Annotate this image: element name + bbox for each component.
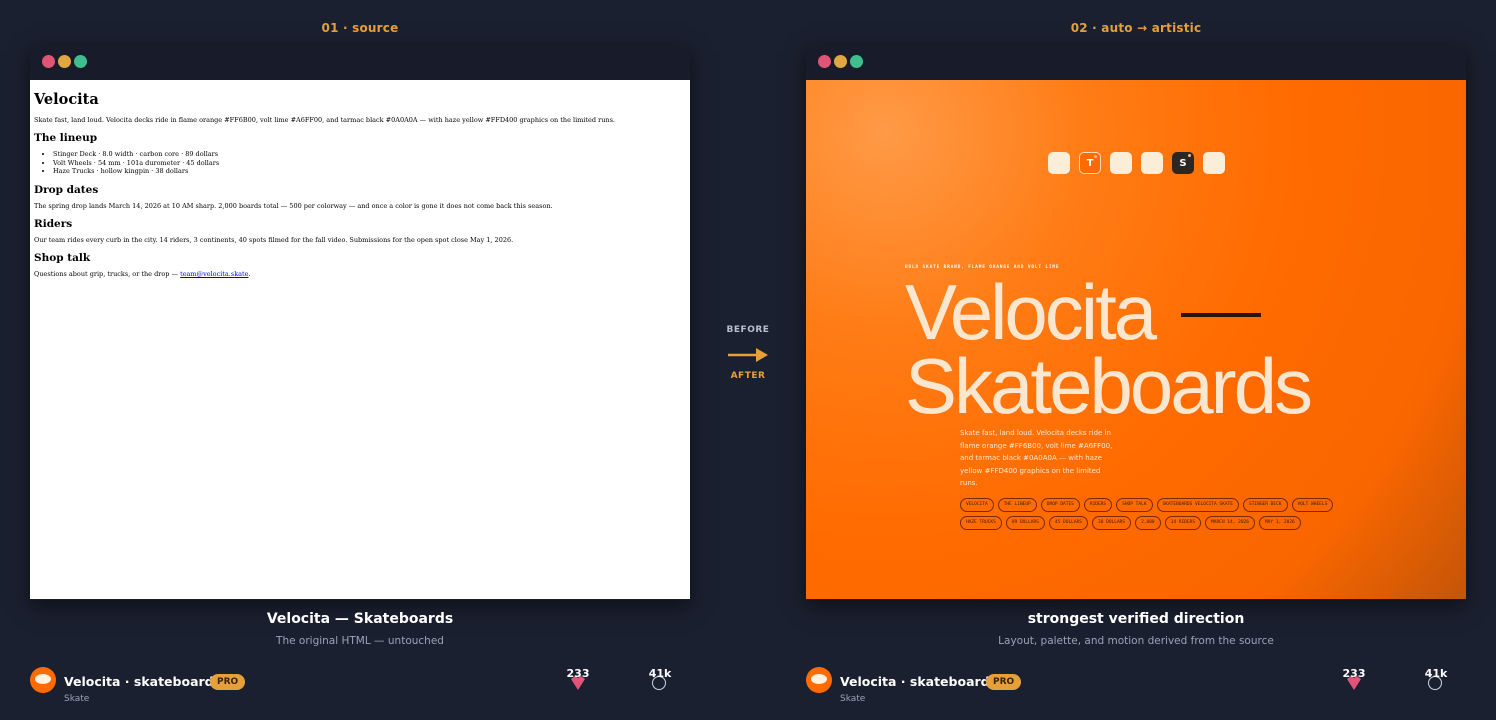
browser-window: Velocita Skate fast, land loud. Velocita… (30, 46, 690, 600)
chip[interactable] (1048, 152, 1070, 174)
tag-pill[interactable]: 2,000 (1135, 516, 1161, 530)
lineup-heading: The lineup (34, 132, 98, 144)
tag-pill[interactable]: MARCH 14, 2026 (1205, 516, 1255, 530)
panel-label: 02 · auto → artistic (1070, 21, 1202, 35)
riders-heading: Riders (34, 217, 73, 230)
chip[interactable] (1110, 152, 1132, 174)
likes-stat[interactable]: 233 (566, 667, 590, 690)
tag-pill[interactable]: RIDERS (1083, 498, 1113, 512)
tag-pill[interactable]: DROP DATES (1040, 498, 1080, 512)
drop-text: The spring drop lands March 14, 2026 at … (34, 201, 553, 210)
arrow-right-icon (728, 348, 768, 362)
hero-blurb: Skate fast, land loud. Velocita decks ri… (960, 429, 1113, 487)
likes-stat[interactable]: 233 (1342, 667, 1366, 690)
minimize-dot-icon[interactable] (834, 55, 847, 68)
drop-heading: Drop dates (34, 183, 99, 196)
close-dot-icon[interactable] (818, 55, 831, 68)
page-title: Velocita (34, 91, 99, 108)
shop-paragraph: Questions about grip, trucks, or the dro… (34, 270, 686, 278)
tag-pill[interactable]: SKATEBOARDS VELOCITA SKATE (1156, 498, 1239, 512)
author-name[interactable]: Velocita · skateboards (64, 674, 221, 689)
caption-title: Velocita — Skateboards (266, 611, 454, 627)
caption-subtitle: The original HTML — untouched (276, 635, 444, 647)
card-footer: Velocita · skateboards PRO Skate 233 41k (30, 667, 690, 707)
email-link[interactable]: team@velocita.skate (180, 270, 248, 278)
artistic-panel: 02 · auto → artistic T S BOLD SKATE BRAN… (806, 0, 1466, 720)
card-footer: Velocita · skateboards PRO Skate 233 41k (806, 667, 1466, 707)
views-count: 41k (1424, 667, 1448, 680)
tag-pill[interactable]: SHOP TALK (1116, 498, 1153, 512)
riders-text: Our team rides every curb in the city. 1… (34, 235, 514, 244)
hero-dash (1181, 313, 1262, 318)
tag-pill[interactable]: 14 RIDERS (1164, 516, 1202, 530)
tag-pill[interactable]: VOLT WHEELS (1291, 498, 1334, 512)
close-dot-icon[interactable] (42, 55, 55, 68)
chip[interactable] (1203, 152, 1225, 174)
avatar[interactable] (30, 667, 56, 693)
tag-pill[interactable]: THE LINEUP (997, 498, 1037, 512)
tag-pill[interactable]: 89 DOLLARS (1005, 516, 1045, 530)
window-controls (42, 55, 87, 68)
shop-text: Questions about grip, trucks, or the dro… (34, 269, 181, 278)
intro-text: Skate fast, land loud. Velocita decks ri… (34, 116, 615, 124)
source-page: Velocita Skate fast, land loud. Velocita… (30, 80, 690, 599)
likes-count: 233 (1342, 667, 1366, 680)
hero-title: Velocita Skateboards (905, 273, 1313, 425)
caption: strongest verified direction Layout, pal… (806, 611, 1466, 647)
tag-pill[interactable]: STINGER DECK (1242, 498, 1288, 512)
source-panel: 01 · source Velocita Skate fast, land lo… (30, 0, 690, 720)
avatar[interactable] (806, 667, 832, 693)
chip-label: T (1086, 157, 1094, 169)
panel-label: 01 · source (321, 21, 399, 35)
tag-pill[interactable]: MAY 1, 2026 (1258, 516, 1301, 530)
views-stat[interactable]: 41k (1422, 667, 1450, 690)
before-after-indicator: BEFORE AFTER (712, 325, 784, 381)
author-category: Skate (64, 694, 90, 704)
shop-end: . (248, 269, 251, 278)
likes-count: 233 (566, 667, 590, 680)
chip-row: T S (1048, 152, 1225, 174)
list-item: Haze Trucks · hollow kingpin · 38 dollar… (53, 167, 686, 176)
list-item: Volt Wheels · 54 mm · 101a durometer · 4… (53, 159, 686, 168)
pro-badge: PRO (210, 674, 246, 690)
tag-pill[interactable]: VELOCITA (960, 498, 994, 512)
list-item: Stinger Deck · 8.0 width · carbon core ·… (53, 150, 686, 159)
chip-label: S (1179, 157, 1187, 169)
tag-pill[interactable]: 45 DOLLARS (1048, 516, 1088, 530)
maximize-dot-icon[interactable] (74, 55, 87, 68)
lineup-list: Stinger Deck · 8.0 width · carbon core ·… (34, 150, 686, 176)
author-name[interactable]: Velocita · skateboards (840, 674, 997, 689)
hero-line-2: Skateboards (905, 342, 1313, 430)
caption-title: strongest verified direction (1027, 611, 1245, 627)
chip[interactable] (1141, 152, 1163, 174)
browser-window: T S BOLD SKATE BRAND, FLAME ORANGE AND V… (806, 46, 1466, 600)
tag-pill[interactable]: HAZE TRUCKS (960, 516, 1002, 530)
chip-s[interactable]: S (1172, 152, 1194, 174)
minimize-dot-icon[interactable] (58, 55, 71, 68)
tag-cloud: VELOCITA THE LINEUP DROP DATES RIDERS SHOP T… (960, 498, 1370, 530)
caption: Velocita — Skateboards The original HTML… (30, 611, 690, 647)
views-stat[interactable]: 41k (646, 667, 674, 690)
caption-subtitle: Layout, palette, and motion derived from… (998, 635, 1274, 647)
artistic-page: T S BOLD SKATE BRAND, FLAME ORANGE AND V… (806, 80, 1466, 599)
chip-t[interactable]: T (1079, 152, 1101, 174)
before-label: BEFORE (726, 325, 770, 335)
maximize-dot-icon[interactable] (850, 55, 863, 68)
after-label: AFTER (730, 371, 766, 381)
author-category: Skate (840, 694, 866, 704)
tag-pill[interactable]: 38 DOLLARS (1092, 516, 1132, 530)
views-count: 41k (648, 667, 672, 680)
window-controls (818, 55, 863, 68)
shop-heading: Shop talk (34, 251, 91, 264)
pro-badge: PRO (986, 674, 1022, 690)
